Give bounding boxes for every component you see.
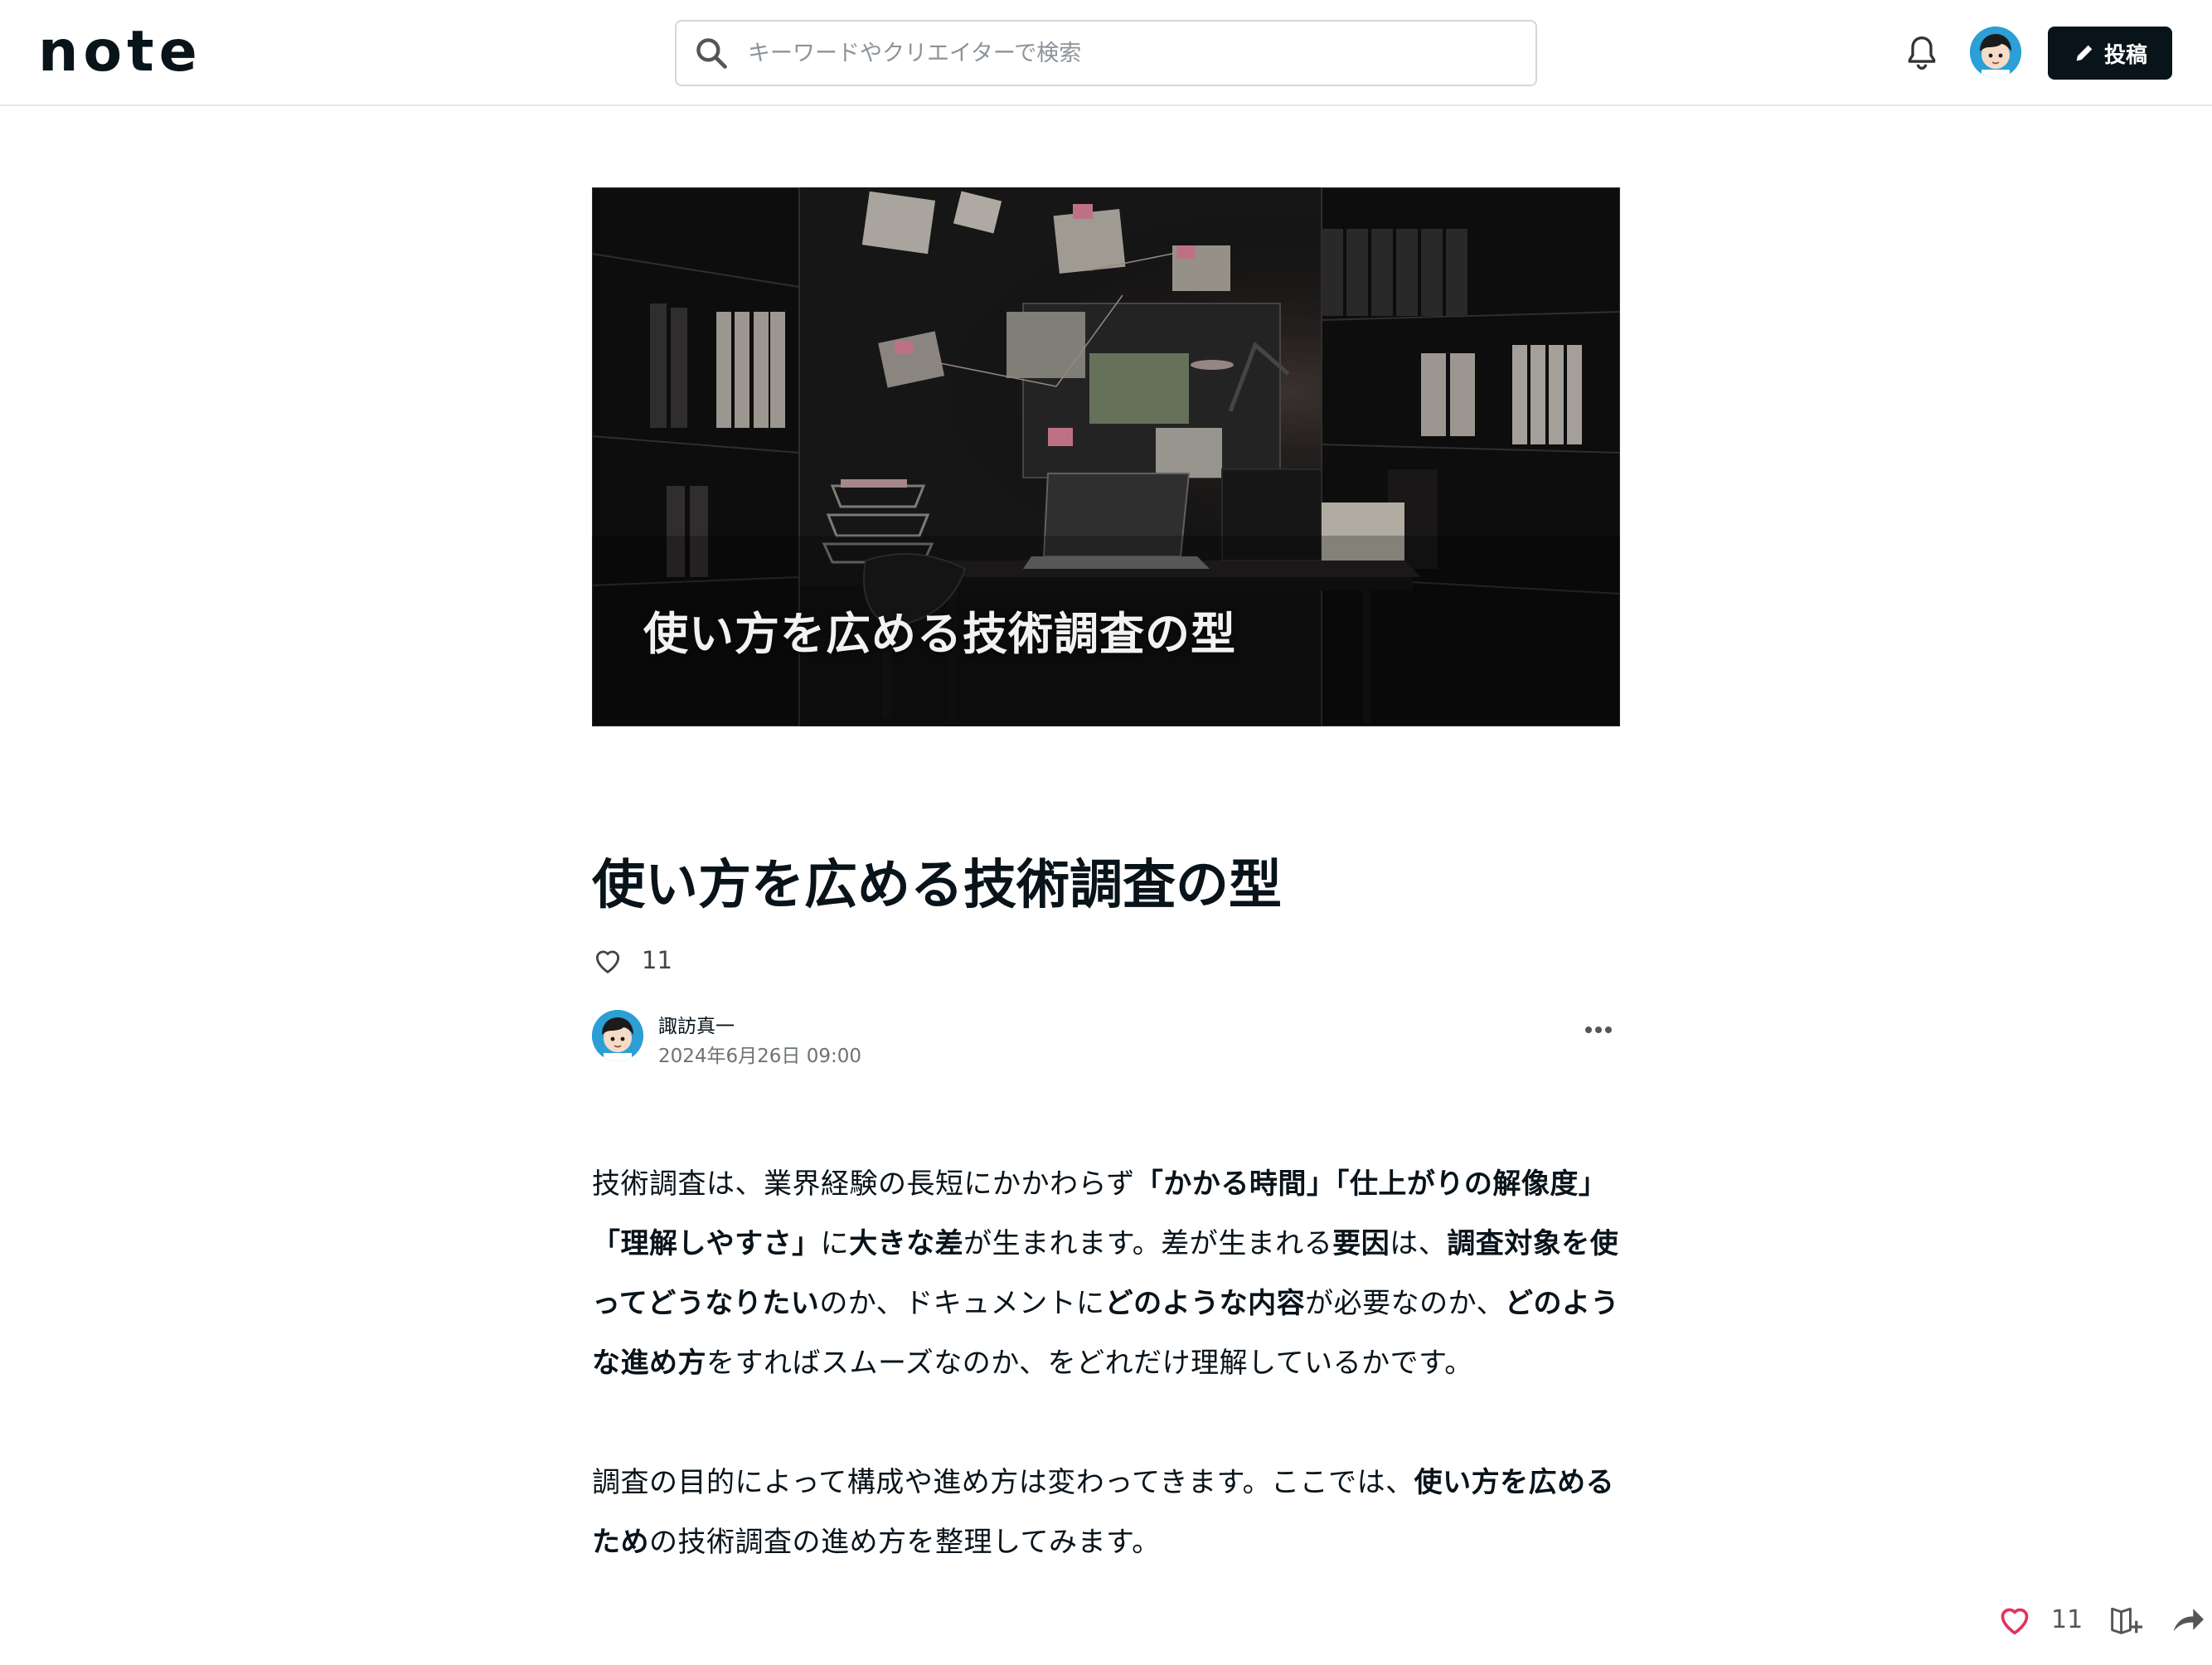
hero-image: 使い方を広める技術調査の型 xyxy=(592,187,1620,726)
body-text: のか、ドキュメントに xyxy=(819,1287,1105,1320)
body-text: が必要なのか、 xyxy=(1305,1287,1505,1320)
hero-caption: 使い方を広める技術調査の型 xyxy=(643,608,1236,660)
author-name[interactable]: 諏訪真一 xyxy=(658,1010,735,1038)
author-block: 諏訪真一 2024年6月26日 09:00 xyxy=(592,1008,1620,1067)
avatar-illustration-icon xyxy=(1970,27,2021,78)
emphasis-text: 大きな差 xyxy=(849,1227,964,1260)
body-text: 調査の目的によって構成や進め方は変わってきます。ここでは、 xyxy=(592,1466,1414,1499)
more-horizontal-icon[interactable] xyxy=(1584,1025,1613,1035)
share-icon[interactable] xyxy=(2169,1603,2205,1636)
body-text: の技術調査の進め方を整理してみます。 xyxy=(649,1526,1161,1559)
publish-date: 2024年6月26日 09:00 xyxy=(658,1046,862,1067)
search-input[interactable] xyxy=(746,27,1535,79)
user-avatar[interactable] xyxy=(1970,27,2021,78)
body-text: に xyxy=(820,1227,850,1260)
emphasis-text: 要因 xyxy=(1332,1227,1390,1260)
heart-icon[interactable] xyxy=(1996,1603,2033,1636)
like-summary[interactable]: 11 xyxy=(592,944,672,977)
paragraph: 技術調査は、業界経験の長短にかかわらず「かかる時間」「仕上がりの解像度」「理解し… xyxy=(592,1154,1620,1393)
post-button-label: 投稿 xyxy=(2103,42,2147,68)
post-button[interactable]: 投稿 xyxy=(2048,27,2172,80)
article-body: 技術調査は、業界経験の長短にかかわらず「かかる時間」「仕上がりの解像度」「理解し… xyxy=(592,1154,1620,1632)
body-text: は、 xyxy=(1390,1227,1448,1260)
body-text: が生まれます。差が生まれる xyxy=(963,1227,1333,1260)
pencil-icon xyxy=(2076,45,2093,61)
heart-icon[interactable] xyxy=(592,945,623,975)
avatar-illustration-icon xyxy=(592,1010,643,1061)
bell-icon[interactable] xyxy=(1904,33,1940,73)
note-logo[interactable]: note xyxy=(38,23,204,81)
add-to-magazine-icon[interactable] xyxy=(2108,1603,2144,1636)
search-box[interactable] xyxy=(675,20,1537,86)
action-like-count: 11 xyxy=(2051,1604,2083,1634)
body-text: をすればスムーズなのか、をどれだけ理解しているかです。 xyxy=(706,1347,1473,1380)
floating-action-bar: 11 xyxy=(1996,1599,2205,1640)
emphasis-text: どのような内容 xyxy=(1104,1287,1306,1320)
search-icon xyxy=(696,38,727,69)
author-avatar[interactable] xyxy=(592,1010,643,1061)
paragraph: 調査の目的によって構成や進め方は変わってきます。ここでは、使い方を広めるための技… xyxy=(592,1453,1620,1572)
body-text: 技術調査は、業界経験の長短にかかわらず xyxy=(592,1167,1135,1201)
article-title: 使い方を広める技術調査の型 xyxy=(592,855,1282,916)
site-header: note 投稿 xyxy=(0,0,2212,106)
like-count: 11 xyxy=(642,946,672,974)
